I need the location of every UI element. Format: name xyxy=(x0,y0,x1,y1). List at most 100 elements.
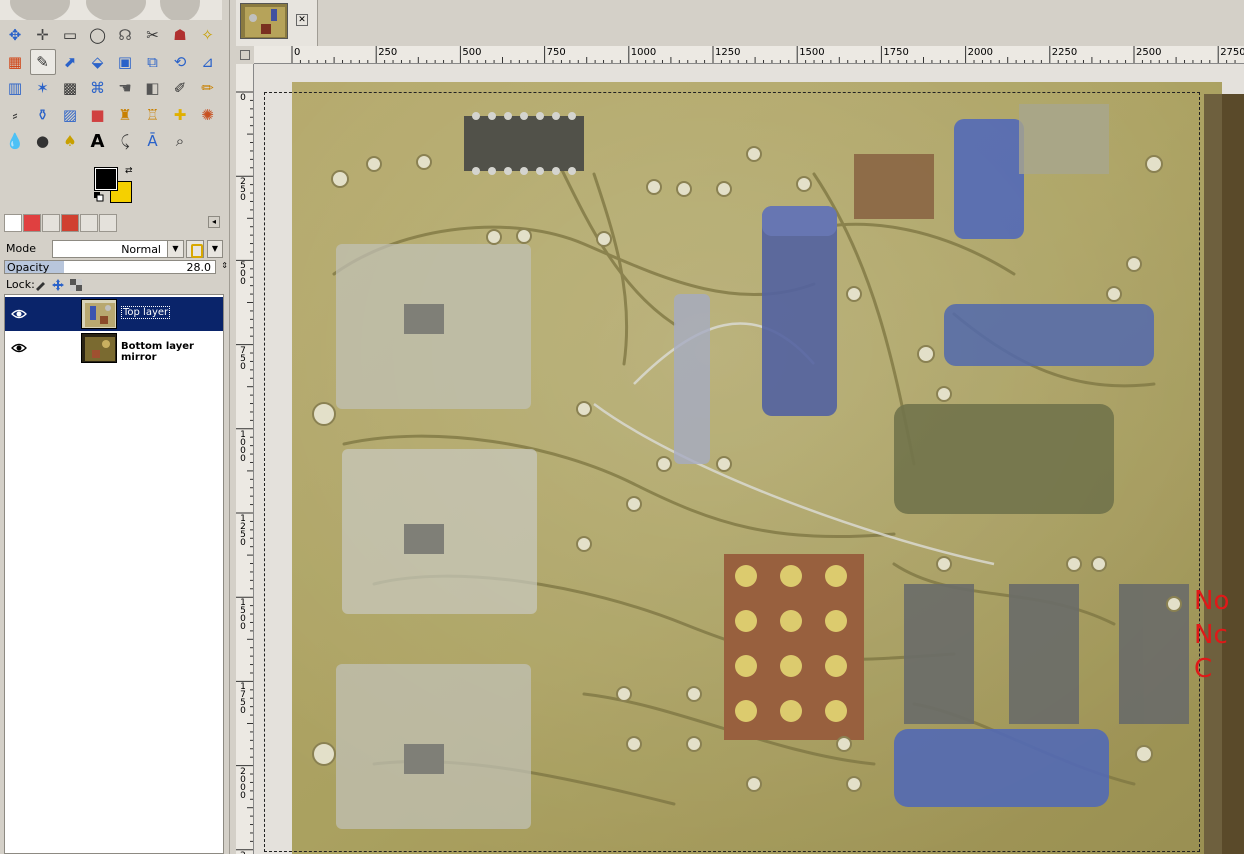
smudge-icon[interactable]: ✺ xyxy=(195,102,221,128)
ruler-tick-label: 1500 xyxy=(799,47,825,58)
paths-text-icon[interactable]: Ā xyxy=(140,128,166,154)
layer-thumbnail xyxy=(81,333,117,363)
note-line: Nc xyxy=(1194,620,1228,650)
ruler-tick-label: 1500 xyxy=(240,598,246,633)
ruler-tick-label: 2750 xyxy=(1220,47,1244,58)
mode-reset-icon[interactable] xyxy=(186,240,204,258)
mypaint-icon[interactable]: ▨ xyxy=(57,102,83,128)
checker-icon[interactable]: ▩ xyxy=(57,75,83,101)
ruler-tick-label: 250 xyxy=(240,177,246,204)
ruler-tick-label: 1750 xyxy=(883,47,909,58)
rotate-icon[interactable]: ⟲ xyxy=(167,49,193,75)
lock-position-icon[interactable] xyxy=(52,279,64,291)
close-icon[interactable]: ✕ xyxy=(296,14,308,26)
ruler-tick-label: 2000 xyxy=(240,766,246,801)
layer-row[interactable]: Bottom layer mirror xyxy=(5,331,223,365)
composite-mode-dropdown[interactable]: ▼ xyxy=(207,240,223,258)
dodge-icon[interactable]: ● xyxy=(30,128,56,154)
default-colors-icon[interactable] xyxy=(94,192,104,202)
swap-colors-icon[interactable]: ⇄ xyxy=(125,166,135,176)
ruler-tick-label: 750 xyxy=(546,47,566,58)
layer-list: Top layer Bottom layer mirror xyxy=(4,294,224,854)
scissors-icon[interactable]: ✂ xyxy=(140,22,166,48)
opacity-spin-icon[interactable]: ⇕ xyxy=(221,261,228,270)
select-by-color-icon[interactable]: ▦ xyxy=(2,49,28,75)
pencil-icon[interactable]: ✏ xyxy=(195,75,221,101)
tab-images[interactable] xyxy=(61,214,79,232)
bandage-icon[interactable]: ✚ xyxy=(167,102,193,128)
fuzzy-icon[interactable]: ♠ xyxy=(57,128,83,154)
magnify-icon[interactable]: ⌕ xyxy=(167,128,193,154)
eye-icon[interactable] xyxy=(11,341,27,355)
tab-templates[interactable] xyxy=(99,214,117,232)
ink-icon[interactable]: ⚱ xyxy=(30,102,56,128)
lock-pixels-icon[interactable] xyxy=(34,279,46,291)
canvas-frame: 0 250 500 750 1000 1250 1500 1750 2000 2250 2500 27… xyxy=(236,46,1244,854)
heal-icon[interactable]: ♖ xyxy=(140,102,166,128)
opacity-slider[interactable]: Opacity 28.0 xyxy=(4,260,216,274)
eraser-icon[interactable]: ■ xyxy=(85,102,111,128)
ruler-tick-label: 2250 xyxy=(1051,47,1078,58)
clone-icon[interactable]: ♜ xyxy=(112,102,138,128)
fg-select-icon[interactable]: ☗ xyxy=(167,22,193,48)
foreground-color-swatch[interactable] xyxy=(94,167,118,191)
image-canvas[interactable]: No Nc C xyxy=(254,64,1244,854)
layer-name: Top layer xyxy=(121,306,171,319)
opacity-label: Opacity xyxy=(7,261,50,274)
measure-icon[interactable]: ▣ xyxy=(112,49,138,75)
rect-select-icon[interactable]: ▭ xyxy=(57,22,83,48)
tab-undo-history[interactable] xyxy=(42,214,60,232)
blur-icon[interactable]: 💧 xyxy=(2,128,28,154)
ruler-tick-label: 1000 xyxy=(630,47,657,58)
color-picker-icon[interactable]: ⬈ xyxy=(57,49,83,75)
layer-thumbnail xyxy=(81,299,117,329)
color-pick-icon[interactable]: ⤹ xyxy=(112,128,138,154)
ruler-tick-label: 500 xyxy=(240,261,246,288)
lock-row: Lock: xyxy=(4,278,222,292)
eye-icon[interactable] xyxy=(11,307,27,321)
tab-document-history[interactable] xyxy=(80,214,98,232)
paths-icon[interactable]: ✎ xyxy=(29,48,56,75)
opacity-value: 28.0 xyxy=(186,261,212,274)
fuzzy-select-icon[interactable]: ✧ xyxy=(195,22,221,48)
layers-panel: Mode Normal ▼ ▼ Opacity 28.0 ⇕ Lock: Top… xyxy=(2,236,228,854)
free-select-icon[interactable]: ☊ xyxy=(112,22,138,48)
handwritten-note: No Nc C xyxy=(1194,584,1229,686)
toolbox-dock: ✥ ✛ ▭ ◯ ☊ ✂ ☗ ✧ ▦ ✎ ⬈ ⬙ ▣ ⧉ ⟲ ⊿ ▥ ✶ ▩ ⌘ ☚ ◧ ✐ ✏ ⸗ ⚱ ▨ ■ ♜ ♖ ✚ ✺ 💧 ● ♠ A ⤹ Ā ⌕ … xyxy=(0,0,230,854)
text-tool-icon[interactable]: A xyxy=(85,128,111,154)
ellipse-select-icon[interactable]: ◯ xyxy=(85,22,111,48)
layer-name: Bottom layer mirror xyxy=(121,341,194,363)
perspective-icon[interactable]: ✶ xyxy=(30,75,56,101)
gradient-icon[interactable]: ◧ xyxy=(140,75,166,101)
warp-icon[interactable]: ☚ xyxy=(112,75,138,101)
move-icon[interactable]: ✥ xyxy=(2,22,28,48)
horizontal-ruler[interactable]: 0 250 500 750 1000 1250 1500 1750 2000 2250 2500 27… xyxy=(254,46,1244,64)
color-area: ⇄ xyxy=(92,166,138,206)
cage-icon[interactable]: ⌘ xyxy=(85,75,111,101)
image-tab[interactable]: ✕ xyxy=(236,0,318,46)
ruler-corner-button[interactable] xyxy=(236,46,254,64)
scale-icon[interactable]: ⊿ xyxy=(195,49,221,75)
mode-value: Normal xyxy=(121,243,161,256)
opacity-row: Opacity 28.0 ⇕ xyxy=(4,260,228,274)
vertical-ruler[interactable]: 0250500750100012501500175020002250 xyxy=(236,64,254,854)
align-icon[interactable]: ✛ xyxy=(30,22,56,48)
toolbox-header xyxy=(0,0,222,20)
layer-row[interactable]: Top layer xyxy=(5,297,223,331)
dock-menu-button[interactable]: ◂ xyxy=(208,216,220,228)
crop-icon[interactable]: ⧉ xyxy=(140,49,166,75)
tab-tool-options[interactable] xyxy=(4,214,22,232)
brush-icon[interactable]: ✐ xyxy=(167,75,193,101)
ruler-tick-label: 1000 xyxy=(240,429,246,464)
ruler-tick-label: 1750 xyxy=(240,682,246,717)
airbrush-icon[interactable]: ⸗ xyxy=(2,102,28,128)
lock-alpha-icon[interactable] xyxy=(70,279,82,291)
mode-dropdown[interactable]: Normal ▼ xyxy=(52,240,184,258)
image-tab-strip: ✕ xyxy=(234,0,1244,46)
shear-icon[interactable]: ▥ xyxy=(2,75,28,101)
zoom-tool-icon[interactable]: ⬙ xyxy=(85,49,111,75)
note-line: C xyxy=(1194,654,1213,684)
tab-device-status[interactable] xyxy=(23,214,41,232)
ruler-tick-label: 0 xyxy=(294,47,301,58)
dock-tabs: ◂ xyxy=(2,212,224,234)
